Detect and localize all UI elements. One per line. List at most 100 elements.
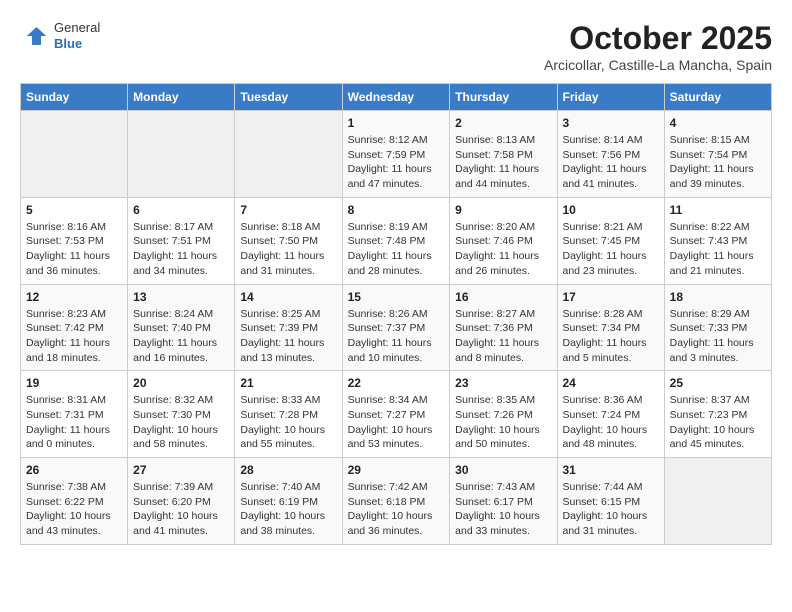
calendar-cell: 20 Sunrise: 8:32 AMSunset: 7:30 PMDayligh… [128, 371, 235, 458]
day-number: 29 [348, 463, 445, 477]
day-info: Sunrise: 8:15 AMSunset: 7:54 PMDaylight:… [670, 133, 766, 192]
day-info: Sunrise: 8:22 AMSunset: 7:43 PMDaylight:… [670, 220, 766, 279]
calendar-cell: 4 Sunrise: 8:15 AMSunset: 7:54 PMDaylight… [664, 111, 771, 198]
calendar-cell: 31 Sunrise: 7:44 AMSunset: 6:15 PMDayligh… [557, 458, 664, 545]
day-number: 31 [563, 463, 659, 477]
day-info: Sunrise: 8:33 AMSunset: 7:28 PMDaylight:… [240, 393, 336, 452]
week-row-2: 5 Sunrise: 8:16 AMSunset: 7:53 PMDaylight… [21, 197, 772, 284]
day-number: 18 [670, 290, 766, 304]
weekday-header-monday: Monday [128, 84, 235, 111]
day-info: Sunrise: 8:29 AMSunset: 7:33 PMDaylight:… [670, 307, 766, 366]
day-info: Sunrise: 8:36 AMSunset: 7:24 PMDaylight:… [563, 393, 659, 452]
day-number: 28 [240, 463, 336, 477]
day-info: Sunrise: 8:26 AMSunset: 7:37 PMDaylight:… [348, 307, 445, 366]
day-number: 30 [455, 463, 551, 477]
day-info: Sunrise: 7:43 AMSunset: 6:17 PMDaylight:… [455, 480, 551, 539]
page-header: General Blue October 2025 Arcicollar, Ca… [20, 20, 772, 73]
logo-general: General [54, 20, 100, 36]
week-row-1: 1 Sunrise: 8:12 AMSunset: 7:59 PMDaylight… [21, 111, 772, 198]
day-number: 10 [563, 203, 659, 217]
calendar-cell: 6 Sunrise: 8:17 AMSunset: 7:51 PMDaylight… [128, 197, 235, 284]
day-info: Sunrise: 8:28 AMSunset: 7:34 PMDaylight:… [563, 307, 659, 366]
calendar-cell: 24 Sunrise: 8:36 AMSunset: 7:24 PMDayligh… [557, 371, 664, 458]
calendar-table: SundayMondayTuesdayWednesdayThursdayFrid… [20, 83, 772, 545]
day-info: Sunrise: 8:32 AMSunset: 7:30 PMDaylight:… [133, 393, 229, 452]
day-info: Sunrise: 8:12 AMSunset: 7:59 PMDaylight:… [348, 133, 445, 192]
calendar-cell: 27Sunrise: 7:39 AMSunset: 6:20 PMDayligh… [128, 458, 235, 545]
day-number: 3 [563, 116, 659, 130]
calendar-cell: 7 Sunrise: 8:18 AMSunset: 7:50 PMDaylight… [235, 197, 342, 284]
calendar-cell: 28 Sunrise: 7:40 AMSunset: 6:19 PMDayligh… [235, 458, 342, 545]
calendar-cell: 3 Sunrise: 8:14 AMSunset: 7:56 PMDaylight… [557, 111, 664, 198]
calendar-cell: 8 Sunrise: 8:19 AMSunset: 7:48 PMDaylight… [342, 197, 450, 284]
month-title: October 2025 [544, 20, 772, 57]
day-info: Sunrise: 7:42 AMSunset: 6:18 PMDaylight:… [348, 480, 445, 539]
day-info: Sunrise: 8:17 AMSunset: 7:51 PMDaylight:… [133, 220, 229, 279]
weekday-header-friday: Friday [557, 84, 664, 111]
calendar-cell: 17 Sunrise: 8:28 AMSunset: 7:34 PMDayligh… [557, 284, 664, 371]
day-info: Sunrise: 8:20 AMSunset: 7:46 PMDaylight:… [455, 220, 551, 279]
logo-text: General Blue [54, 20, 100, 51]
weekday-header-thursday: Thursday [450, 84, 557, 111]
day-info: Sunrise: 8:34 AMSunset: 7:27 PMDaylight:… [348, 393, 445, 452]
calendar-cell: 19Sunrise: 8:31 AMSunset: 7:31 PMDayligh… [21, 371, 128, 458]
calendar-cell: 9Sunrise: 8:20 AMSunset: 7:46 PMDaylight… [450, 197, 557, 284]
day-number: 8 [348, 203, 445, 217]
title-area: October 2025 Arcicollar, Castille-La Man… [544, 20, 772, 73]
day-info: Sunrise: 7:44 AMSunset: 6:15 PMDaylight:… [563, 480, 659, 539]
calendar-cell: 10 Sunrise: 8:21 AMSunset: 7:45 PMDayligh… [557, 197, 664, 284]
day-number: 4 [670, 116, 766, 130]
logo-blue: Blue [54, 36, 100, 52]
logo: General Blue [20, 20, 100, 51]
day-number: 22 [348, 376, 445, 390]
day-number: 20 [133, 376, 229, 390]
calendar-cell: 16 Sunrise: 8:27 AMSunset: 7:36 PMDayligh… [450, 284, 557, 371]
day-info: Sunrise: 8:35 AMSunset: 7:26 PMDaylight:… [455, 393, 551, 452]
day-info: Sunrise: 8:13 AMSunset: 7:58 PMDaylight:… [455, 133, 551, 192]
day-number: 14 [240, 290, 336, 304]
calendar-cell: 25Sunrise: 8:37 AMSunset: 7:23 PMDayligh… [664, 371, 771, 458]
day-number: 17 [563, 290, 659, 304]
day-info: Sunrise: 7:38 AMSunset: 6:22 PMDaylight:… [26, 480, 122, 539]
day-info: Sunrise: 8:27 AMSunset: 7:36 PMDaylight:… [455, 307, 551, 366]
weekday-header-tuesday: Tuesday [235, 84, 342, 111]
calendar-cell [664, 458, 771, 545]
week-row-3: 12Sunrise: 8:23 AMSunset: 7:42 PMDayligh… [21, 284, 772, 371]
calendar-cell: 5 Sunrise: 8:16 AMSunset: 7:53 PMDaylight… [21, 197, 128, 284]
weekday-header-wednesday: Wednesday [342, 84, 450, 111]
day-number: 19 [26, 376, 122, 390]
day-number: 16 [455, 290, 551, 304]
day-info: Sunrise: 8:18 AMSunset: 7:50 PMDaylight:… [240, 220, 336, 279]
calendar-cell: 13Sunrise: 8:24 AMSunset: 7:40 PMDayligh… [128, 284, 235, 371]
day-number: 23 [455, 376, 551, 390]
calendar-cell [128, 111, 235, 198]
calendar-cell: 2Sunrise: 8:13 AMSunset: 7:58 PMDaylight… [450, 111, 557, 198]
calendar-cell: 26Sunrise: 7:38 AMSunset: 6:22 PMDayligh… [21, 458, 128, 545]
weekday-header-saturday: Saturday [664, 84, 771, 111]
week-row-4: 19Sunrise: 8:31 AMSunset: 7:31 PMDayligh… [21, 371, 772, 458]
day-number: 11 [670, 203, 766, 217]
day-number: 6 [133, 203, 229, 217]
day-info: Sunrise: 8:19 AMSunset: 7:48 PMDaylight:… [348, 220, 445, 279]
day-info: Sunrise: 8:23 AMSunset: 7:42 PMDaylight:… [26, 307, 122, 366]
calendar-cell: 21 Sunrise: 8:33 AMSunset: 7:28 PMDayligh… [235, 371, 342, 458]
day-number: 1 [348, 116, 445, 130]
day-number: 21 [240, 376, 336, 390]
day-info: Sunrise: 8:16 AMSunset: 7:53 PMDaylight:… [26, 220, 122, 279]
day-number: 13 [133, 290, 229, 304]
day-number: 24 [563, 376, 659, 390]
day-info: Sunrise: 7:40 AMSunset: 6:19 PMDaylight:… [240, 480, 336, 539]
day-info: Sunrise: 8:14 AMSunset: 7:56 PMDaylight:… [563, 133, 659, 192]
day-info: Sunrise: 8:21 AMSunset: 7:45 PMDaylight:… [563, 220, 659, 279]
week-row-5: 26Sunrise: 7:38 AMSunset: 6:22 PMDayligh… [21, 458, 772, 545]
day-number: 5 [26, 203, 122, 217]
day-number: 15 [348, 290, 445, 304]
day-info: Sunrise: 7:39 AMSunset: 6:20 PMDaylight:… [133, 480, 229, 539]
calendar-cell: 14Sunrise: 8:25 AMSunset: 7:39 PMDayligh… [235, 284, 342, 371]
weekday-header-row: SundayMondayTuesdayWednesdayThursdayFrid… [21, 84, 772, 111]
location-subtitle: Arcicollar, Castille-La Mancha, Spain [544, 57, 772, 73]
day-info: Sunrise: 8:37 AMSunset: 7:23 PMDaylight:… [670, 393, 766, 452]
calendar-cell [235, 111, 342, 198]
calendar-cell: 29 Sunrise: 7:42 AMSunset: 6:18 PMDayligh… [342, 458, 450, 545]
day-number: 7 [240, 203, 336, 217]
